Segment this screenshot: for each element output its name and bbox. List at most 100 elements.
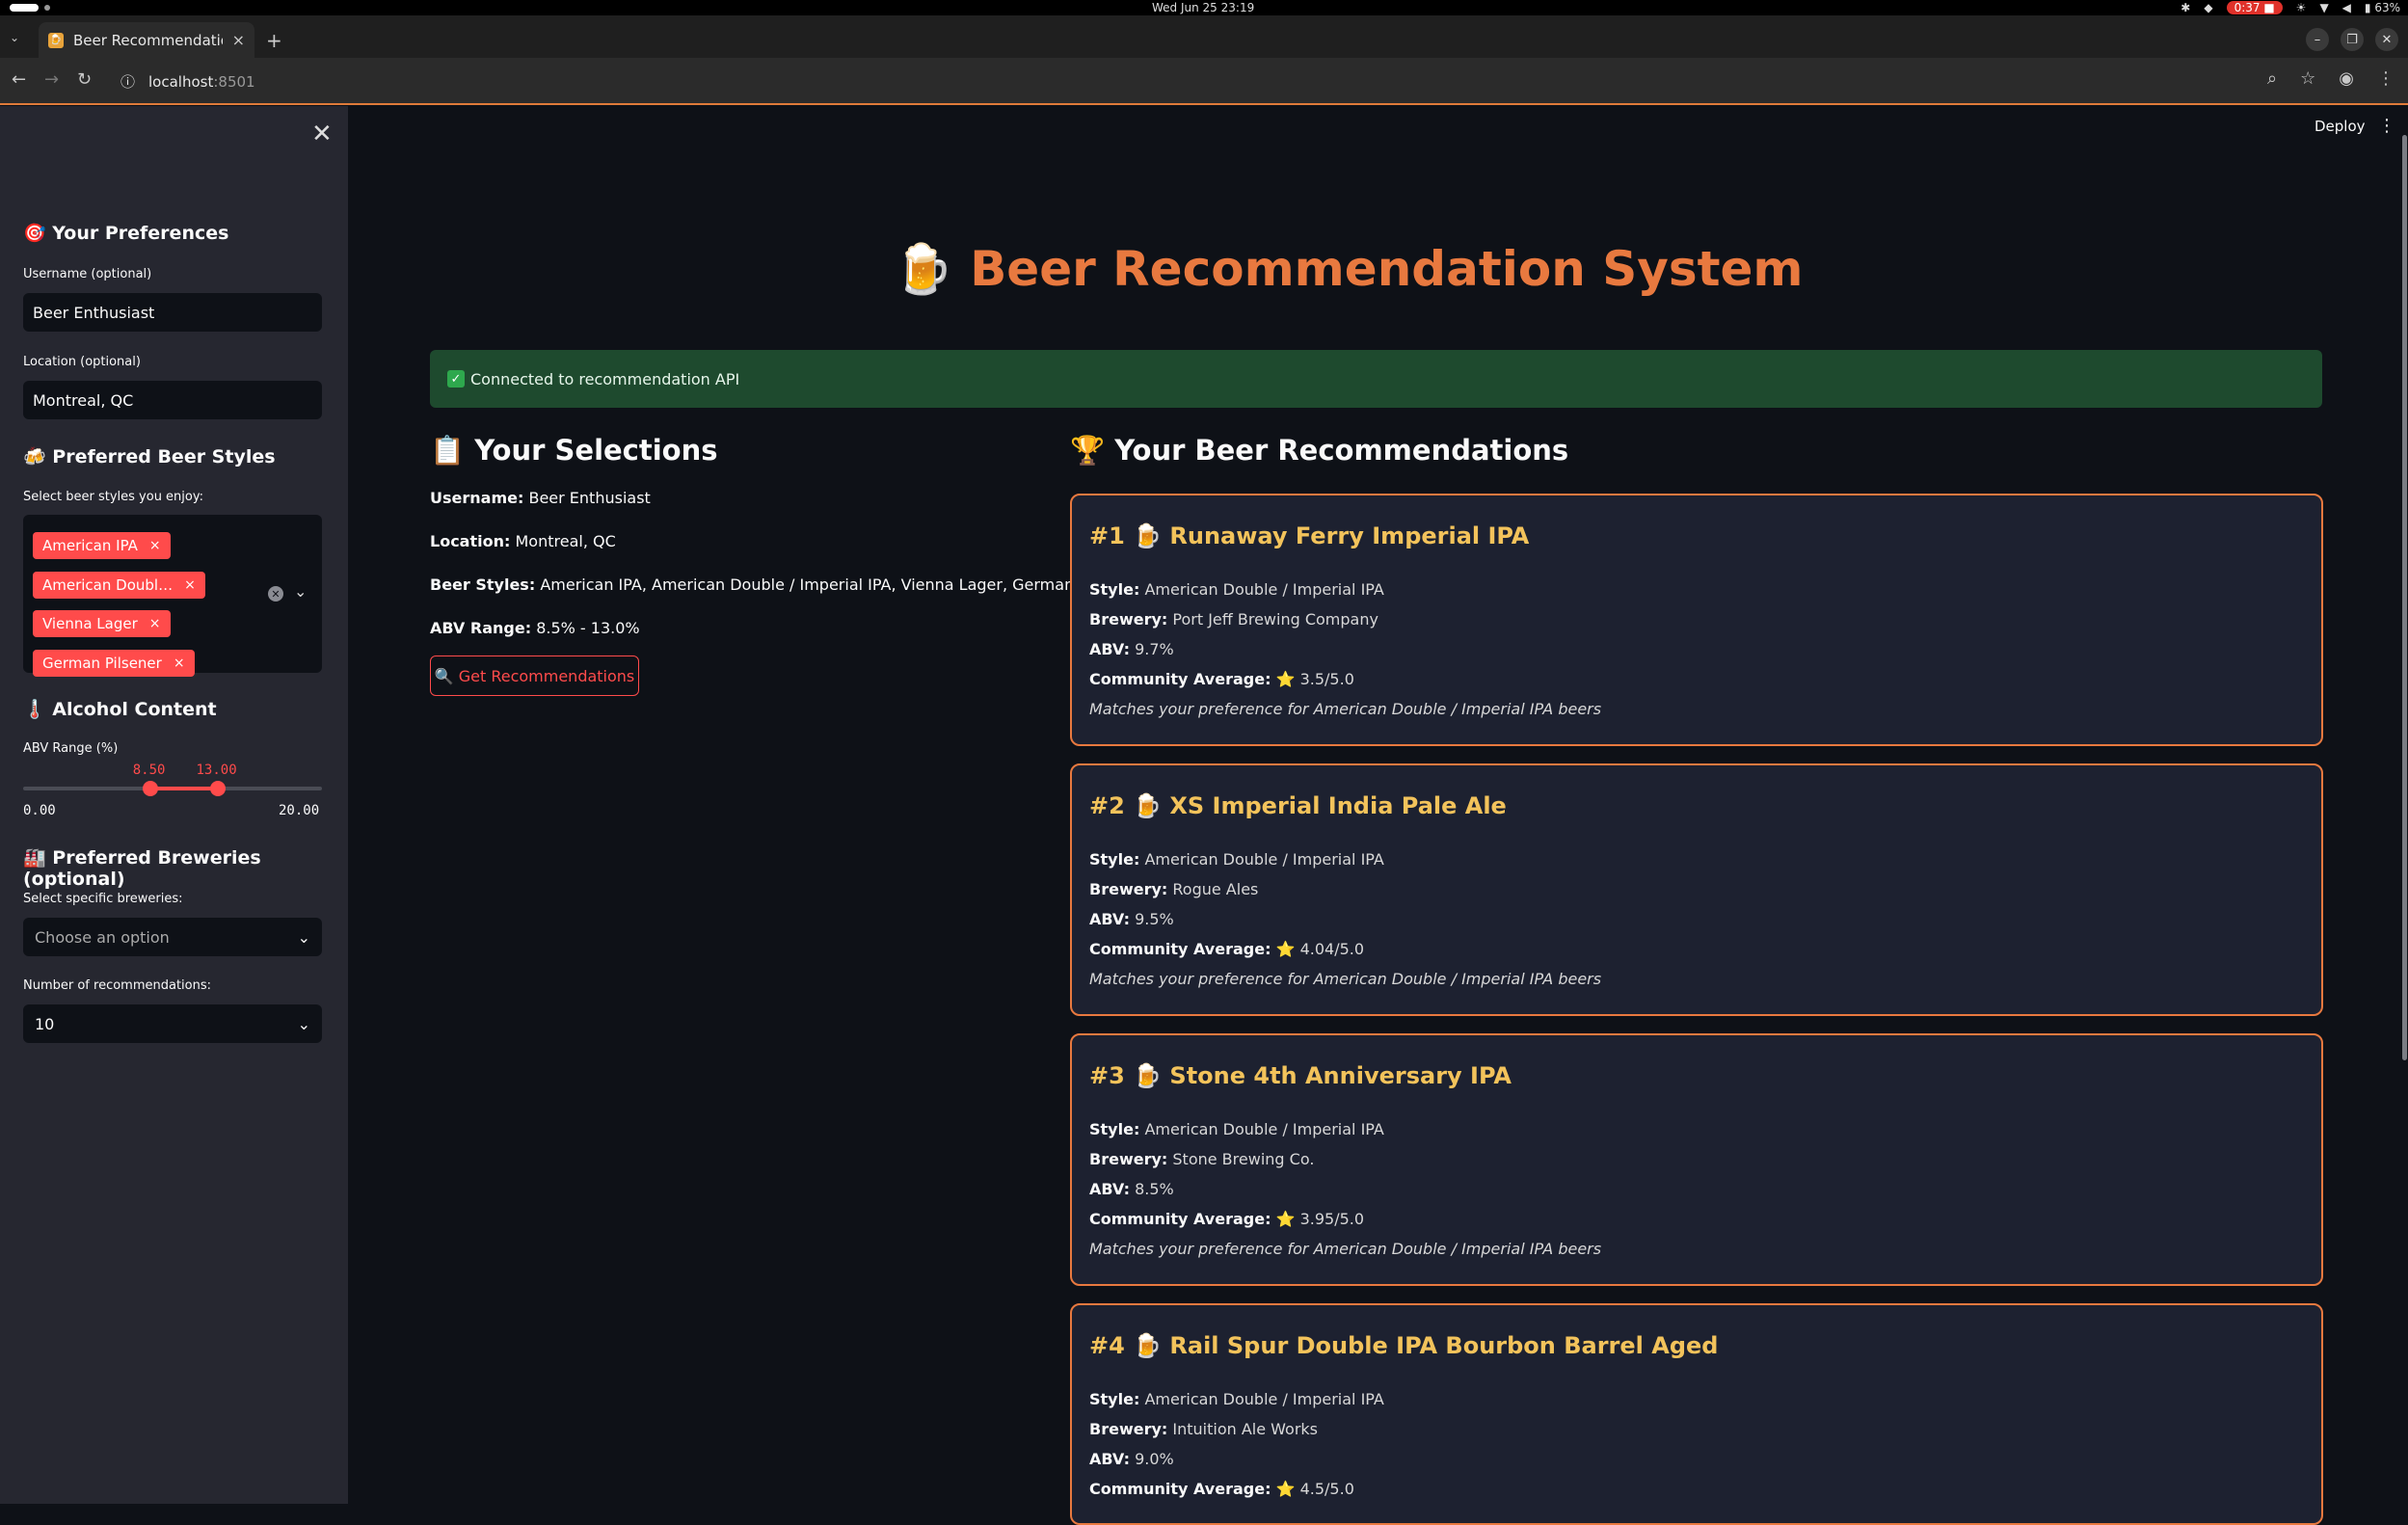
selection-username: Username: Beer Enthusiast [430,489,651,507]
field-label: ABV: [1089,1450,1130,1468]
breweries-select[interactable]: Choose an option ⌄ [23,918,322,956]
num-recommendations-label: Number of recommendations: [23,978,212,993]
browser-menu-icon[interactable]: ⋮ [2377,68,2395,89]
app-menu-icon[interactable]: ⋮ [2378,116,2395,136]
abv-low-thumb[interactable] [142,781,158,796]
chip-remove-icon[interactable]: × [149,538,161,553]
style-chip-vienna-lager[interactable]: Vienna Lager × [33,610,171,637]
chip-remove-icon[interactable]: × [149,616,161,631]
battery-indicator[interactable]: ▮ 63% [2365,1,2400,14]
selection-styles: Beer Styles: American IPA, American Doub… [430,575,1139,594]
selection-value: Beer Enthusiast [528,489,651,507]
sidebar-close-icon[interactable]: ✕ [311,120,333,148]
beer-mug-icon: 🍺 [893,241,953,297]
zoom-icon[interactable]: ⌕ [2267,68,2277,89]
recommendations-heading: 🏆 Your Beer Recommendations [1070,434,1569,467]
tray-icon[interactable]: ✱ [2181,1,2190,14]
minimize-icon[interactable]: – [2306,28,2329,51]
chip-label: Vienna Lager [42,615,138,632]
field-label: ABV: [1089,1180,1130,1198]
field-value: ⭐ 3.5/5.0 [1275,670,1354,688]
chip-remove-icon[interactable]: × [184,577,196,593]
abv-max-label: 20.00 [279,803,320,818]
page-title: 🍺 Beer Recommendation System [348,241,2348,298]
rec-rating: Community Average: ⭐ 3.95/5.0 [1089,1210,1364,1228]
chip-label: German Pilsener [42,655,162,672]
chip-label: American IPA [42,537,138,554]
page-title-text: Beer Recommendation System [970,241,1804,297]
style-chip-german-pilsener[interactable]: German Pilsener × [33,650,195,677]
bookmark-star-icon[interactable]: ☆ [2300,68,2315,89]
site-info-icon[interactable]: ⓘ [120,71,135,92]
preferences-heading: 🎯 Your Preferences [23,223,229,244]
selection-value: American IPA, American Double / Imperial… [540,575,1140,594]
field-value: Intuition Ale Works [1172,1420,1319,1438]
address-bar[interactable]: ⓘ localhost:8501 [120,71,255,92]
recommendation-title: #4 🍺 Rail Spur Double IPA Bourbon Barrel… [1089,1332,1719,1359]
tab-list-chevron-icon[interactable]: ⌄ [10,31,19,44]
check-icon: ✓ [447,370,465,388]
selection-key: Username: [430,489,524,507]
style-chip-american-ipa[interactable]: American IPA × [33,532,171,559]
field-value: 9.5% [1135,910,1174,928]
field-value: American Double / Imperial IPA [1144,1390,1384,1408]
field-label: ABV: [1089,640,1130,658]
field-label: Community Average: [1089,670,1271,688]
username-input[interactable]: Beer Enthusiast [23,293,322,332]
rec-abv: ABV: 9.5% [1089,910,1174,928]
api-status-text: Connected to recommendation API [470,369,740,388]
rec-abv: ABV: 9.7% [1089,640,1174,658]
forward-arrow-icon[interactable]: → [44,69,59,90]
sidebar: ✕ 🎯 Your Preferences Username (optional)… [0,106,348,1504]
get-recommendations-button[interactable]: 🔍 Get Recommendations [430,655,639,696]
location-input[interactable]: Montreal, QC [23,381,322,419]
new-tab-plus-icon[interactable]: + [266,29,282,52]
shield-icon[interactable]: ◆ [2204,1,2212,14]
window-close-icon[interactable]: ✕ [2375,28,2398,51]
abv-high-thumb[interactable] [209,781,226,796]
rec-note: Matches your preference for American Dou… [1089,970,1602,988]
recording-indicator[interactable]: 0:37 ■ [2226,1,2283,14]
breweries-heading: 🏭 Preferred Breweries (optional) [23,847,261,890]
toolbar-actions: ⌕ ☆ ◉ ⋮ [2267,68,2395,89]
field-value: 9.7% [1135,640,1174,658]
window-controls: – ❐ ✕ [2306,28,2398,51]
clear-all-icon[interactable]: ✕ [268,586,283,602]
field-label: ABV: [1089,910,1130,928]
abv-high-value: 13.00 [196,762,237,778]
abv-range-slider[interactable] [23,781,322,796]
selections-heading: 📋 Your Selections [430,434,718,467]
field-label: Style: [1089,580,1140,599]
chip-remove-icon[interactable]: × [174,655,185,671]
beer-styles-heading: 🍻 Preferred Beer Styles [23,446,276,468]
back-arrow-icon[interactable]: ← [12,69,26,90]
chevron-down-icon[interactable]: ⌄ [294,582,307,601]
profile-icon[interactable]: ◉ [2339,68,2354,89]
selection-key: ABV Range: [430,619,532,637]
reload-icon[interactable]: ↻ [77,69,92,90]
abv-range-label: ABV Range (%) [23,741,119,756]
browser-tab-strip: ⌄ 🍺 Beer Recommendation S × + – ❐ ✕ [0,15,2408,58]
rec-brewery: Brewery: Port Jeff Brewing Company [1089,610,1378,629]
beer-styles-multiselect[interactable]: American IPA × American Doubl… × Vienna La… [23,515,322,677]
volume-icon: ◀ [2341,1,2351,14]
rec-style: Style: American Double / Imperial IPA [1089,850,1384,869]
style-chip-american-double[interactable]: American Doubl… × [33,572,205,599]
restore-icon[interactable]: ❐ [2341,28,2364,51]
field-value: ⭐ 4.04/5.0 [1275,940,1365,958]
os-clock[interactable]: Wed Jun 25 23:19 [1152,1,1254,14]
field-label: Brewery: [1089,1150,1168,1168]
workspace-indicator[interactable] [10,4,50,12]
field-value: Stone Brewing Co. [1172,1150,1315,1168]
field-value: 9.0% [1135,1450,1174,1468]
brightness-icon: ☀ [2295,1,2307,14]
browser-tab[interactable]: 🍺 Beer Recommendation S × [39,22,254,58]
recommendation-card: #1 🍺 Runaway Ferry Imperial IPA Style: A… [1070,494,2323,746]
tab-close-icon[interactable]: × [232,31,245,49]
field-label: Style: [1089,850,1140,869]
wifi-icon: ▼ [2319,1,2329,14]
num-recommendations-select[interactable]: 10 ⌄ [23,1004,322,1043]
scrollbar[interactable] [2402,135,2407,1060]
deploy-button[interactable]: Deploy [2314,118,2366,135]
rec-rating: Community Average: ⭐ 4.5/5.0 [1089,1480,1354,1498]
